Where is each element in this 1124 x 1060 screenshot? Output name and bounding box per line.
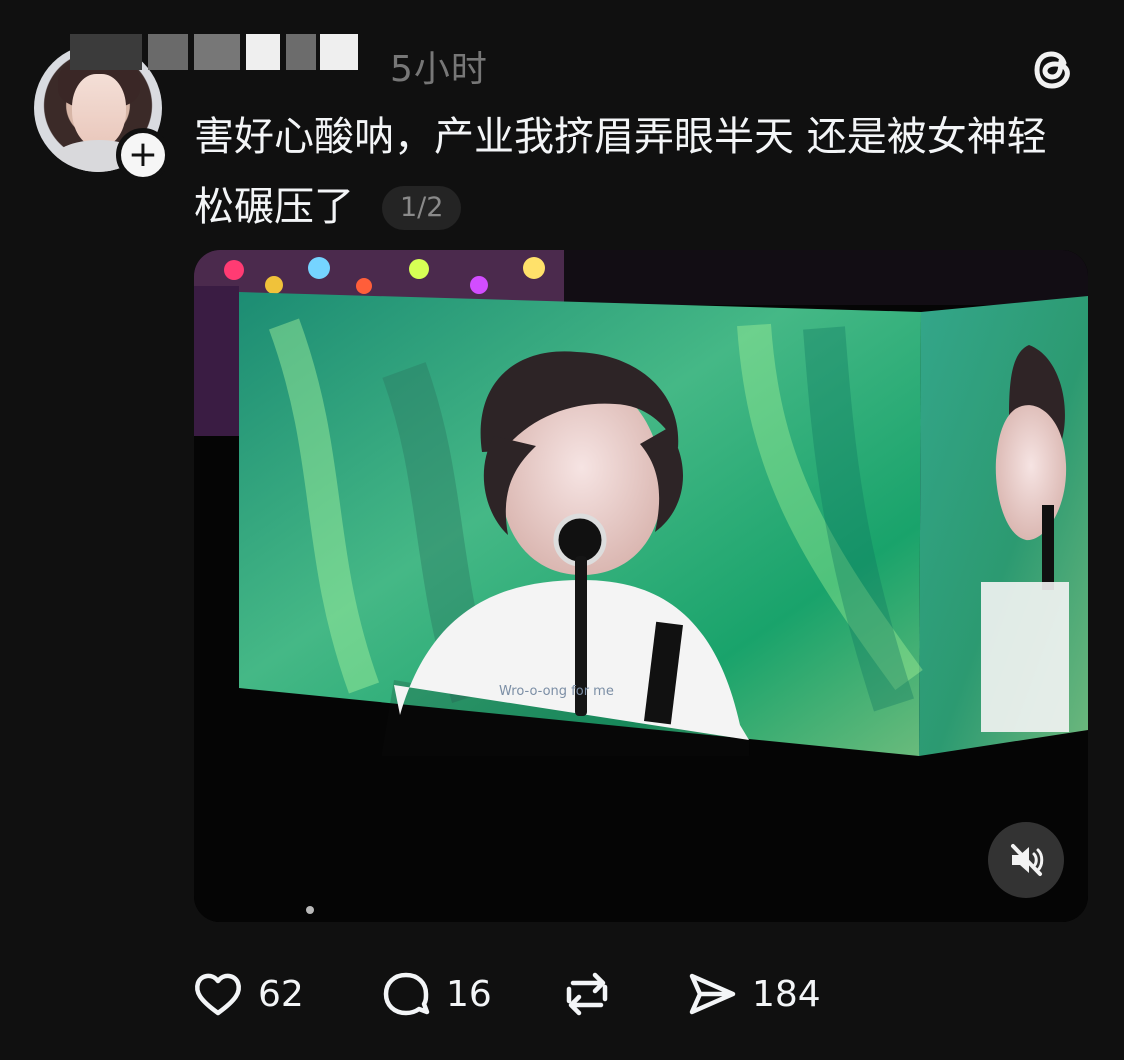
avatar-face [72,74,126,148]
like-count: 62 [258,973,304,1015]
redacted-username[interactable] [70,34,390,78]
redaction-block [70,34,142,70]
follow-button[interactable]: + [116,128,170,182]
post-actions: 62 16 184 [190,962,890,1026]
threads-post: + 5小时 害好心酸呐，产业我挤眉弄眼半天 还是被女神轻松碾压了 1/2 Wro… [0,0,1124,1060]
media-page-counter: 1/2 [382,186,462,230]
heart-icon [195,973,241,1016]
reply-count: 16 [446,973,492,1015]
post-timestamp[interactable]: 5小时 [390,40,488,92]
post-text: 害好心酸呐，产业我挤眉弄眼半天 还是被女神轻松碾压了 [194,114,1047,230]
left-stage-structure [194,286,239,436]
threads-icon[interactable] [1026,42,1080,96]
share-button[interactable]: 184 [684,962,821,1026]
repost-button[interactable] [556,962,630,1026]
redaction-block [246,34,280,70]
like-button[interactable]: 62 [190,962,304,1026]
mute-button[interactable] [988,822,1064,898]
post-video[interactable]: Wro-o-ong for me [194,250,1088,922]
redaction-block [320,34,358,70]
redaction-block [286,34,316,70]
video-caption: Wro-o-ong for me [499,684,614,699]
post-body: 害好心酸呐，产业我挤眉弄眼半天 还是被女神轻松碾压了 1/2 [194,102,1074,242]
concert-video-frame: Wro-o-ong for me [194,250,1088,922]
stage-floor [194,756,1088,922]
plus-icon: + [127,134,159,175]
reply-button[interactable]: 16 [378,962,492,1026]
redaction-block [148,34,188,70]
redaction-block [194,34,240,70]
repost-icon [566,972,608,1016]
comment-bubble-icon [383,972,430,1016]
muted-speaker-icon [1011,844,1044,876]
send-icon [689,973,736,1015]
share-count: 184 [752,973,821,1015]
